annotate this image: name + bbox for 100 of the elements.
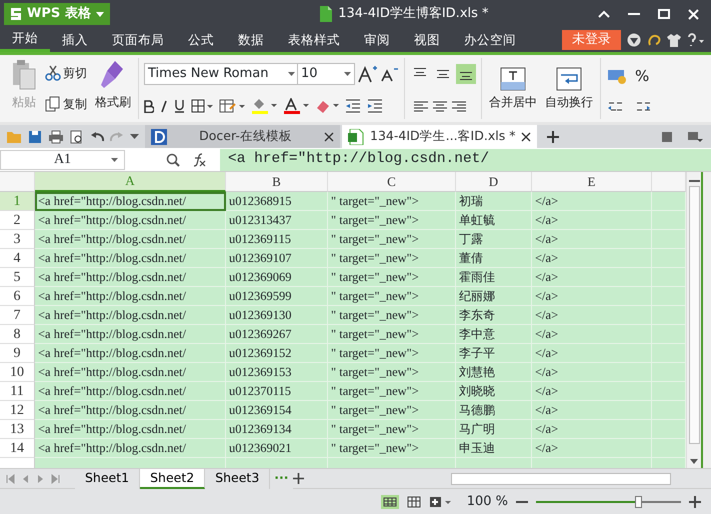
row-header[interactable]: 11 bbox=[0, 382, 35, 401]
italic-icon[interactable] bbox=[160, 100, 168, 113]
table-cell: u012369115 bbox=[226, 230, 328, 249]
zoom-slider[interactable] bbox=[536, 496, 681, 508]
print-preview-icon[interactable] bbox=[70, 130, 84, 144]
column-header[interactable]: B bbox=[226, 172, 328, 192]
app-menu-button[interactable]: WPS 表格 bbox=[4, 3, 110, 25]
zoom-level-label: 100 % bbox=[466, 492, 508, 511]
align-right-icon[interactable] bbox=[451, 100, 467, 113]
normal-view-icon[interactable] bbox=[380, 494, 399, 508]
add-sheet-icon[interactable] bbox=[292, 473, 304, 484]
table-cell bbox=[652, 401, 686, 420]
row-header[interactable]: 9 bbox=[0, 344, 35, 363]
row-header[interactable]: 3 bbox=[0, 230, 35, 249]
font-name-dropdown[interactable]: Times New Roman bbox=[144, 62, 299, 85]
currency-icon[interactable] bbox=[607, 68, 627, 84]
row-header[interactable]: 6 bbox=[0, 287, 35, 306]
cell-style-icon[interactable] bbox=[219, 99, 245, 114]
align-center-icon[interactable] bbox=[432, 100, 448, 113]
table-cell: " target="_new"> bbox=[328, 325, 456, 344]
table-cell: " target="_new"> bbox=[328, 306, 456, 325]
save-icon[interactable] bbox=[28, 130, 42, 144]
grow-font-icon[interactable] bbox=[358, 64, 378, 83]
shrink-font-icon[interactable] bbox=[381, 66, 399, 82]
function-icon[interactable] bbox=[192, 152, 206, 166]
collapse-icon[interactable] bbox=[689, 180, 700, 184]
docer-logo-icon bbox=[151, 128, 167, 144]
menu-tab[interactable]: 插入 bbox=[50, 28, 100, 52]
decrease-indent-icon[interactable] bbox=[345, 99, 361, 114]
underline-icon[interactable] bbox=[174, 99, 185, 114]
menu-tab[interactable]: 页面布局 bbox=[100, 28, 176, 52]
close-icon[interactable] bbox=[688, 8, 699, 20]
increase-indent-icon[interactable] bbox=[367, 99, 383, 114]
sheet-tab[interactable]: Sheet3 bbox=[205, 468, 270, 488]
sheet-tab[interactable]: Sheet1 bbox=[75, 468, 140, 488]
name-box[interactable]: A1 bbox=[0, 150, 125, 170]
copy-button[interactable]: 复制 bbox=[43, 94, 89, 114]
cut-button[interactable]: 剪切 bbox=[43, 63, 89, 84]
menu-tab[interactable]: 公式 bbox=[176, 28, 226, 52]
bold-icon[interactable] bbox=[144, 100, 154, 113]
merge-center-button[interactable]: 合并居中 bbox=[487, 66, 539, 112]
scroll-down-icon[interactable] bbox=[690, 459, 698, 464]
zoom-in-icon[interactable] bbox=[689, 496, 701, 508]
new-tab-icon[interactable] bbox=[547, 130, 560, 142]
search-icon[interactable] bbox=[166, 152, 180, 166]
row-header[interactable]: 7 bbox=[0, 306, 35, 325]
table-cell bbox=[652, 230, 686, 249]
undo-icon[interactable] bbox=[90, 130, 104, 142]
help-icon[interactable] bbox=[687, 33, 705, 47]
reading-view-icon[interactable] bbox=[428, 496, 451, 508]
row-header[interactable]: 2 bbox=[0, 211, 35, 230]
side-panel-handle[interactable] bbox=[701, 172, 711, 468]
table-cell: <a href="http://blog.csdn.net/ bbox=[35, 287, 226, 306]
table-cell: " target="_new"> bbox=[328, 363, 456, 382]
table-cell: 刘慧艳 bbox=[456, 363, 532, 382]
align-left-icon[interactable] bbox=[413, 100, 429, 113]
formula-field[interactable]: <a href="http://blog.csdn.net/ bbox=[220, 148, 711, 170]
wrap-text-button[interactable]: 自动换行 bbox=[543, 66, 595, 112]
swirl-icon[interactable] bbox=[647, 33, 661, 47]
maximize-icon[interactable] bbox=[658, 9, 670, 19]
menu-tab[interactable]: 表格样式 bbox=[276, 28, 352, 52]
document-tab[interactable]: Docer-在线模板 bbox=[145, 125, 340, 148]
document-tab[interactable]: 134-4ID学生...客ID.xls * bbox=[342, 125, 538, 148]
zoom-slider-thumb[interactable] bbox=[634, 496, 642, 508]
row-header[interactable]: 13 bbox=[0, 420, 35, 439]
row-header[interactable]: 4 bbox=[0, 249, 35, 268]
eraser-icon[interactable] bbox=[315, 98, 339, 114]
borders-icon[interactable] bbox=[191, 99, 213, 114]
horizontal-scrollbar[interactable] bbox=[451, 472, 671, 484]
column-header[interactable]: D bbox=[456, 172, 532, 192]
percent-button[interactable]: % bbox=[633, 64, 652, 88]
align-bottom-button[interactable] bbox=[456, 64, 476, 84]
font-size-dropdown[interactable]: 10 bbox=[297, 62, 355, 85]
row-header[interactable]: 5 bbox=[0, 268, 35, 287]
format-painter-button[interactable]: 格式刷 bbox=[93, 58, 133, 119]
column-header[interactable]: C bbox=[328, 172, 456, 192]
row-header[interactable]: 12 bbox=[0, 401, 35, 420]
shirt-icon[interactable] bbox=[667, 34, 681, 46]
scrollbar-thumb[interactable] bbox=[689, 186, 700, 444]
row-header[interactable]: 10 bbox=[0, 363, 35, 382]
row-header[interactable]: 8 bbox=[0, 325, 35, 344]
sheet-tab[interactable]: Sheet2 bbox=[140, 468, 206, 488]
page-break-view-icon[interactable] bbox=[406, 496, 421, 508]
column-header[interactable]: E bbox=[532, 172, 652, 192]
table-cell: </a> bbox=[532, 325, 652, 344]
row-header[interactable]: 14 bbox=[0, 439, 35, 458]
menu-tab[interactable]: 办公空间 bbox=[452, 28, 528, 52]
vertical-scrollbar[interactable] bbox=[686, 172, 701, 468]
menu-tab[interactable]: 数据 bbox=[226, 28, 276, 52]
font-color-icon[interactable] bbox=[283, 98, 309, 114]
fill-color-icon[interactable] bbox=[251, 98, 277, 114]
print-icon[interactable] bbox=[48, 130, 64, 144]
window-list-icon[interactable] bbox=[687, 130, 703, 142]
window-icon[interactable] bbox=[661, 130, 673, 142]
collapse-ribbon-icon[interactable] bbox=[598, 10, 610, 18]
minimize-icon[interactable] bbox=[628, 12, 640, 16]
align-top-icon bbox=[414, 68, 426, 76]
caret-icon[interactable] bbox=[130, 134, 139, 139]
menu-tab[interactable]: 视图 bbox=[402, 28, 452, 52]
menu-tab[interactable]: 审阅 bbox=[352, 28, 402, 52]
